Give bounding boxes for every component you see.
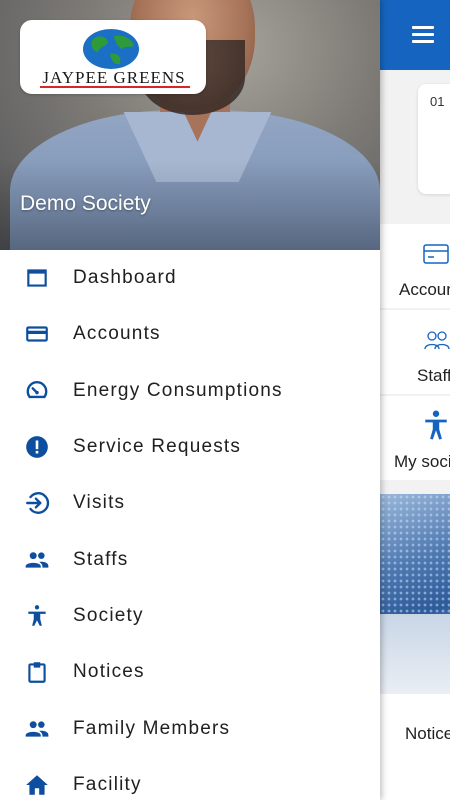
drawer-header: JAYPEE GREENS Demo Society bbox=[0, 0, 380, 250]
menu-item-notices[interactable]: Notices bbox=[0, 644, 380, 700]
menu-item-society[interactable]: Society bbox=[0, 588, 380, 644]
menu-label: Notices bbox=[73, 661, 145, 683]
app-bar bbox=[380, 0, 450, 70]
dashboard-screen: 01 Accounts Staffs My soci bbox=[380, 0, 450, 800]
clipboard-icon bbox=[24, 659, 50, 685]
menu-item-service-requests[interactable]: Service Requests bbox=[0, 419, 380, 475]
menu-item-accounts[interactable]: Accounts bbox=[0, 306, 380, 362]
menu-item-energy-consumptions[interactable]: Energy Consumptions bbox=[0, 363, 380, 419]
navigation-drawer: JAYPEE GREENS Demo Society Dashboard Acc… bbox=[0, 0, 380, 800]
group-icon bbox=[24, 716, 50, 742]
accessibility-icon bbox=[425, 410, 447, 440]
menu-label: Society bbox=[73, 604, 144, 626]
accounts-tile-label: Accounts bbox=[399, 280, 450, 299]
credit-card-icon bbox=[24, 321, 50, 347]
menu-label: Dashboard bbox=[73, 267, 177, 289]
logo-underline bbox=[40, 86, 190, 88]
staffs-tile-label: Staffs bbox=[417, 366, 450, 385]
notices-tile-label: Notices bbox=[405, 724, 450, 743]
my-society-tile-label: My society bbox=[394, 452, 450, 471]
gauge-icon bbox=[24, 378, 50, 404]
society-name: Demo Society bbox=[20, 192, 151, 215]
globe-icon bbox=[83, 29, 139, 69]
logo-wordmark: JAYPEE GREENS bbox=[42, 68, 186, 87]
card-icon bbox=[423, 244, 449, 264]
notices-tile[interactable]: Notices bbox=[380, 694, 450, 800]
society-banner-image[interactable] bbox=[380, 494, 450, 694]
menu-label: Facility bbox=[73, 773, 142, 795]
menu-label: Service Requests bbox=[73, 436, 242, 458]
date-card[interactable]: 01 bbox=[418, 84, 450, 194]
menu-item-family-members[interactable]: Family Members bbox=[0, 700, 380, 756]
staffs-tile[interactable]: Staffs bbox=[380, 310, 450, 394]
menu-item-visits[interactable]: Visits bbox=[0, 475, 380, 531]
menu-label: Accounts bbox=[73, 323, 161, 345]
alert-circle-icon bbox=[24, 434, 50, 460]
home-icon bbox=[24, 772, 50, 798]
accounts-tile[interactable]: Accounts bbox=[380, 224, 450, 308]
dashboard-icon bbox=[24, 265, 50, 291]
menu-label: Family Members bbox=[73, 717, 231, 739]
menu-label: Staffs bbox=[73, 548, 129, 570]
menu-label: Energy Consumptions bbox=[73, 379, 283, 401]
menu-label: Visits bbox=[73, 492, 126, 514]
app-screen: 01 Accounts Staffs My soci bbox=[0, 0, 450, 800]
date-text: 01 bbox=[430, 94, 445, 109]
menu-icon[interactable] bbox=[412, 26, 434, 43]
accessibility-icon bbox=[24, 603, 50, 629]
my-society-tile[interactable]: My society bbox=[380, 396, 450, 480]
staff-group-icon bbox=[424, 331, 450, 350]
drawer-menu: Dashboard Accounts Energy Consumptions S… bbox=[0, 250, 380, 800]
jaypee-greens-logo: JAYPEE GREENS bbox=[20, 20, 206, 94]
login-arrow-icon bbox=[24, 490, 50, 516]
menu-item-facility[interactable]: Facility bbox=[0, 757, 380, 800]
people-icon bbox=[24, 547, 50, 573]
menu-item-dashboard[interactable]: Dashboard bbox=[0, 250, 380, 306]
menu-item-staffs[interactable]: Staffs bbox=[0, 531, 380, 587]
